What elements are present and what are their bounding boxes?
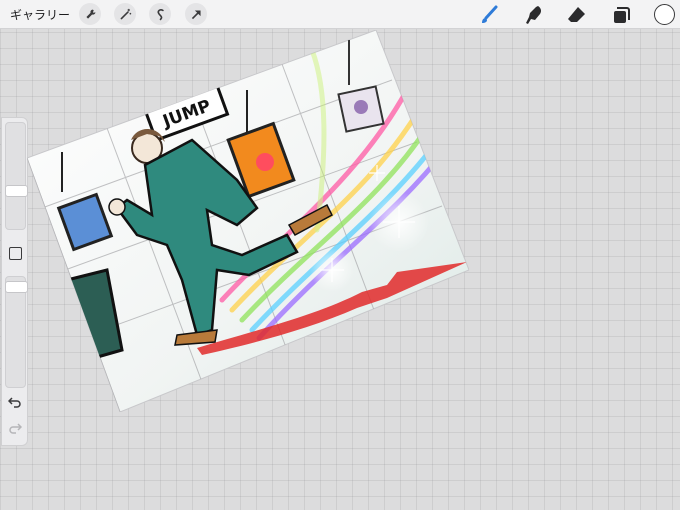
left-sidebar xyxy=(1,117,28,446)
opacity-slider[interactable] xyxy=(5,276,28,388)
smudge-icon[interactable] xyxy=(523,4,545,26)
magic-wand-icon[interactable] xyxy=(114,3,136,25)
color-picker-swatch[interactable] xyxy=(654,4,675,25)
gallery-button[interactable]: ギャラリー xyxy=(10,6,70,23)
artwork-illustration: JUMP xyxy=(26,29,470,413)
brush-icon[interactable] xyxy=(478,4,500,26)
opacity-thumb[interactable] xyxy=(5,281,28,293)
transform-arrow-icon[interactable] xyxy=(185,3,207,25)
eraser-icon[interactable] xyxy=(565,4,587,26)
brush-size-slider[interactable] xyxy=(5,122,28,230)
redo-icon[interactable] xyxy=(8,422,22,434)
layers-icon[interactable] xyxy=(610,4,632,26)
drawing-canvas[interactable]: JUMP xyxy=(26,29,470,413)
wrench-icon[interactable] xyxy=(79,3,101,25)
top-toolbar: ギャラリー xyxy=(0,0,680,29)
undo-icon[interactable] xyxy=(8,396,22,408)
brush-size-thumb[interactable] xyxy=(5,185,28,197)
modify-square-icon[interactable] xyxy=(9,247,22,260)
selection-icon[interactable] xyxy=(149,3,171,25)
